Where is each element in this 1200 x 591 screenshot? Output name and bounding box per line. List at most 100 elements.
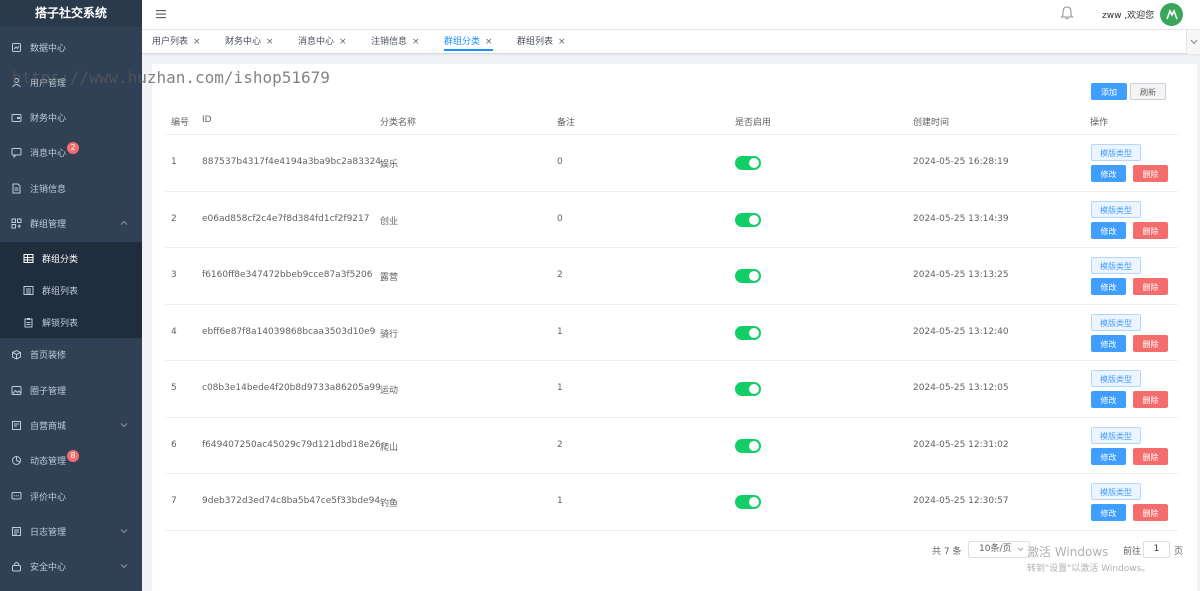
cell-remark: 1 <box>557 383 563 393</box>
edit-button[interactable]: 修改 <box>1091 278 1126 295</box>
box-icon <box>11 349 22 360</box>
edit-button[interactable]: 修改 <box>1091 334 1126 352</box>
delete-button[interactable]: 删除 <box>1133 165 1168 182</box>
enabled-toggle[interactable] <box>735 212 761 227</box>
close-icon[interactable]: × <box>193 37 201 47</box>
sidebar-item-feed-management[interactable]: 动态管理 8 <box>0 443 142 478</box>
sidebar-item-log-management[interactable]: 日志管理 <box>0 514 142 549</box>
close-icon[interactable]: × <box>339 37 347 47</box>
sidebar-item-review-center[interactable]: 评价中心 <box>0 479 142 514</box>
sidebar-item-deregistration-info[interactable]: 注销信息 <box>0 171 142 206</box>
sidebar-item-data-center[interactable]: 数据中心 <box>0 30 142 65</box>
tab-4[interactable]: 注销信息 × <box>371 35 420 51</box>
add-button[interactable]: 添加 <box>1091 83 1127 100</box>
clipboard-icon <box>23 317 34 328</box>
bell-icon[interactable] <box>1060 5 1074 21</box>
sidebar-item-label: 首页装修 <box>30 351 67 361</box>
cell-category-name: 运动 <box>380 386 399 396</box>
top-header: zww ,欢迎您 <box>142 0 1200 30</box>
cell-remark: 2 <box>557 270 563 280</box>
sidebar-subitem-group-list[interactable]: 群组列表 <box>0 274 142 306</box>
close-icon[interactable]: × <box>485 37 493 47</box>
dashboard-icon <box>11 42 22 53</box>
enabled-toggle[interactable] <box>735 269 761 283</box>
sidebar-item-security-center[interactable]: 安全中心 <box>0 549 142 584</box>
delete-button[interactable]: 删除 <box>1133 221 1168 239</box>
template-type-button[interactable]: 模版类型 <box>1091 426 1141 444</box>
sidebar-item-message-center[interactable]: 消息中心 2 <box>0 135 142 170</box>
template-type-button[interactable]: 模版类型 <box>1091 483 1141 500</box>
table-icon <box>23 253 34 264</box>
cell-remark: 1 <box>557 326 563 337</box>
sidebar-item-group-management[interactable]: 群组管理 <box>0 206 142 241</box>
tab-6[interactable]: 群组列表 × <box>517 35 566 51</box>
chart-icon <box>11 455 22 466</box>
edit-button[interactable]: 修改 <box>1091 447 1126 465</box>
template-type-button[interactable]: 模版类型 <box>1091 313 1141 331</box>
tab-label: 群组列表 <box>517 37 554 47</box>
sidebar-item-self-run-mall[interactable]: 自营商城 <box>0 408 142 443</box>
page-jump-input[interactable]: 1 <box>1143 541 1170 558</box>
delete-button[interactable]: 删除 <box>1133 391 1168 408</box>
cell-created-time: 2024-05-25 13:13:25 <box>913 270 1009 280</box>
enabled-toggle[interactable] <box>735 325 761 340</box>
edit-button[interactable]: 修改 <box>1091 391 1126 408</box>
cell-category-name: 骑行 <box>380 329 399 340</box>
cell-category-name: 露营 <box>380 273 399 283</box>
chevron-down-icon <box>1017 547 1024 552</box>
close-icon[interactable]: × <box>266 37 274 47</box>
header-col-enabled: 是否启用 <box>735 118 772 128</box>
cell-id: ebff6e87f8a14039868bcaa3503d10e9 <box>202 326 376 337</box>
sidebar-item-label: 日志管理 <box>30 528 67 538</box>
delete-button[interactable]: 删除 <box>1133 504 1168 521</box>
template-type-button[interactable]: 模版类型 <box>1091 144 1141 161</box>
pagination-goto-label: 前往 <box>1123 547 1142 557</box>
enabled-toggle[interactable] <box>735 382 761 396</box>
header-divider <box>165 134 1178 135</box>
edit-button[interactable]: 修改 <box>1091 504 1126 521</box>
hamburger-icon[interactable] <box>155 8 167 20</box>
close-icon[interactable]: × <box>412 37 420 47</box>
template-type-button[interactable]: 模版类型 <box>1091 257 1141 274</box>
delete-button[interactable]: 删除 <box>1133 278 1168 295</box>
cell-category-name: 爬山 <box>380 442 399 453</box>
row-divider <box>165 416 1178 418</box>
sidebar-subitem-unlock-list[interactable]: 解锁列表 <box>0 306 142 338</box>
cell-id: f649407250ac45029c79d121dbd18e26 <box>202 439 381 450</box>
tags-scroll-button[interactable] <box>1186 30 1200 54</box>
tab-label: 注销信息 <box>371 37 408 47</box>
sidebar-subitem-group-category[interactable]: 群组分类 <box>0 242 142 274</box>
edit-button[interactable]: 修改 <box>1091 221 1126 239</box>
app-title: 搭子社交系统 <box>0 0 142 27</box>
sidebar-item-homepage-decoration[interactable]: 首页装修 <box>0 337 142 372</box>
tab-1[interactable]: 用户列表 × <box>152 35 201 51</box>
tab-5[interactable]: 群组分类 × <box>444 35 493 51</box>
row-divider <box>165 473 1178 474</box>
cell-number: 4 <box>171 326 177 337</box>
pagination-total: 共 7 条 <box>932 547 962 557</box>
close-icon[interactable]: × <box>558 37 566 47</box>
template-type-button[interactable]: 模版类型 <box>1091 370 1141 387</box>
cell-created-time: 2024-05-25 12:31:02 <box>913 439 1009 450</box>
cell-number: 7 <box>171 496 177 506</box>
tab-2[interactable]: 财务中心 × <box>225 35 274 51</box>
page-size-select[interactable]: 10条/页 <box>968 541 1030 558</box>
sidebar-item-circle-management[interactable]: 圈子管理 <box>0 373 142 408</box>
log-icon <box>11 526 22 537</box>
header-col-remark: 备注 <box>557 118 576 128</box>
enabled-toggle[interactable] <box>735 438 761 453</box>
template-type-button[interactable]: 模版类型 <box>1091 200 1141 218</box>
tab-3[interactable]: 消息中心 × <box>298 35 347 51</box>
sidebar-subitem-label: 群组列表 <box>42 286 79 297</box>
delete-button[interactable]: 删除 <box>1133 334 1168 352</box>
edit-button[interactable]: 修改 <box>1091 165 1126 182</box>
cell-id: f6160ff8e347472bbeb9cce87a3f5206 <box>202 270 373 280</box>
tab-label: 群组分类 <box>444 37 481 47</box>
sidebar-item-label: 数据中心 <box>30 44 67 54</box>
sidebar-item-finance-center[interactable]: 财务中心 <box>0 100 142 135</box>
avatar[interactable] <box>1160 3 1183 26</box>
enabled-toggle[interactable] <box>735 495 761 509</box>
refresh-button[interactable]: 刷新 <box>1130 83 1166 100</box>
delete-button[interactable]: 删除 <box>1133 447 1168 465</box>
enabled-toggle[interactable] <box>735 156 761 170</box>
